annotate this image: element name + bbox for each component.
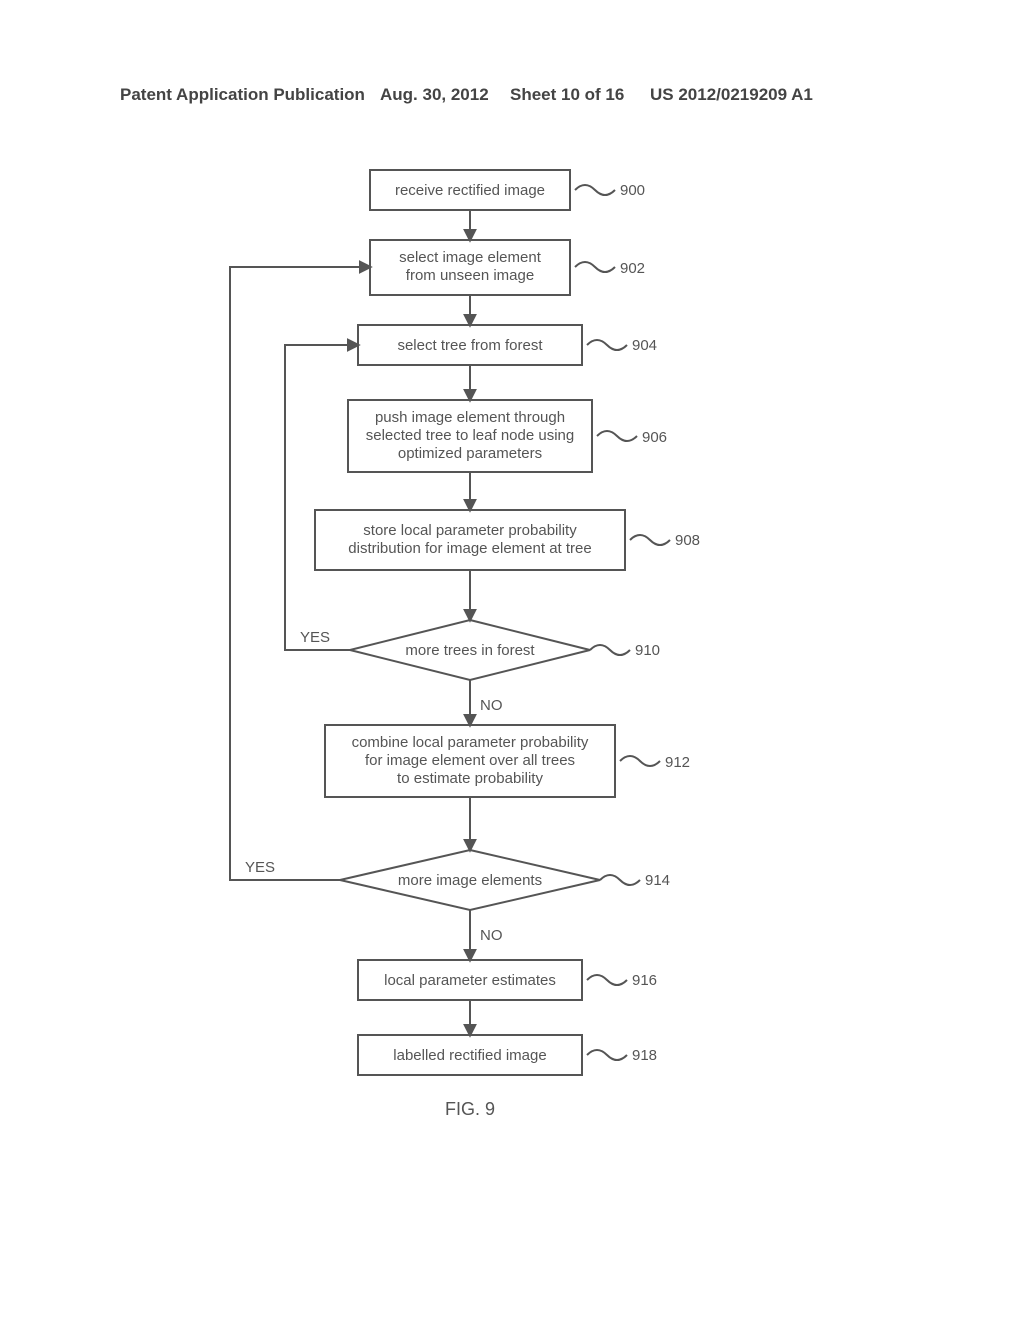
node-902: select image element from unseen image 9… xyxy=(370,240,645,295)
header-publication: Patent Application Publication xyxy=(120,85,365,105)
svg-text:receive rectified image: receive rectified image xyxy=(395,182,545,199)
node-910: more trees in forest 910 xyxy=(350,620,660,680)
svg-text:from unseen image: from unseen image xyxy=(406,267,534,284)
node-908: store local parameter probability distri… xyxy=(315,510,700,570)
header-date: Aug. 30, 2012 xyxy=(380,85,489,105)
edge-914-916-no: NO xyxy=(470,910,503,960)
svg-text:combine local parameter probab: combine local parameter probability xyxy=(352,734,589,751)
svg-text:local parameter estimates: local parameter estimates xyxy=(384,972,556,989)
svg-text:906: 906 xyxy=(642,429,667,446)
svg-text:916: 916 xyxy=(632,972,657,989)
svg-text:for image element over all tre: for image element over all trees xyxy=(365,752,575,769)
svg-text:more image elements: more image elements xyxy=(398,872,542,889)
svg-text:914: 914 xyxy=(645,872,670,889)
node-918: labelled rectified image 918 xyxy=(358,1035,657,1075)
svg-text:904: 904 xyxy=(632,337,657,354)
svg-text:918: 918 xyxy=(632,1047,657,1064)
svg-text:optimized parameters: optimized parameters xyxy=(398,445,542,462)
svg-text:908: 908 xyxy=(675,532,700,549)
edge-910-912-no: NO xyxy=(470,680,503,725)
node-904: select tree from forest 904 xyxy=(358,325,657,365)
node-912: combine local parameter probability for … xyxy=(325,725,690,797)
svg-text:912: 912 xyxy=(665,754,690,771)
svg-text:YES: YES xyxy=(245,859,275,876)
svg-text:to estimate probability: to estimate probability xyxy=(397,770,543,787)
svg-text:distribution for image element: distribution for image element at tree xyxy=(348,540,591,557)
node-916: local parameter estimates 916 xyxy=(358,960,657,1000)
svg-text:more trees in forest: more trees in forest xyxy=(405,642,535,659)
svg-text:select image element: select image element xyxy=(399,249,542,266)
svg-text:labelled rectified image: labelled rectified image xyxy=(393,1047,546,1064)
edge-914-902-yes: YES xyxy=(230,267,370,880)
flowchart-svg: receive rectified image 900 select image… xyxy=(0,150,1024,1320)
svg-text:902: 902 xyxy=(620,260,645,277)
svg-text:push image element through: push image element through xyxy=(375,409,565,426)
edge-910-904-yes: YES xyxy=(285,345,358,650)
header-pubno: US 2012/0219209 A1 xyxy=(650,85,813,105)
node-906: push image element through selected tree… xyxy=(348,400,667,472)
header-sheet: Sheet 10 of 16 xyxy=(510,85,624,105)
figure-label: FIG. 9 xyxy=(445,1099,495,1119)
node-914: more image elements 914 xyxy=(340,850,670,910)
svg-text:NO: NO xyxy=(480,697,503,714)
svg-text:YES: YES xyxy=(300,629,330,646)
svg-text:select tree from forest: select tree from forest xyxy=(397,337,543,354)
svg-text:NO: NO xyxy=(480,927,503,944)
svg-text:900: 900 xyxy=(620,182,645,199)
node-900: receive rectified image 900 xyxy=(370,170,645,210)
svg-text:store local parameter probabil: store local parameter probability xyxy=(363,522,577,539)
svg-text:910: 910 xyxy=(635,642,660,659)
svg-text:selected tree to leaf node usi: selected tree to leaf node using xyxy=(366,427,574,444)
